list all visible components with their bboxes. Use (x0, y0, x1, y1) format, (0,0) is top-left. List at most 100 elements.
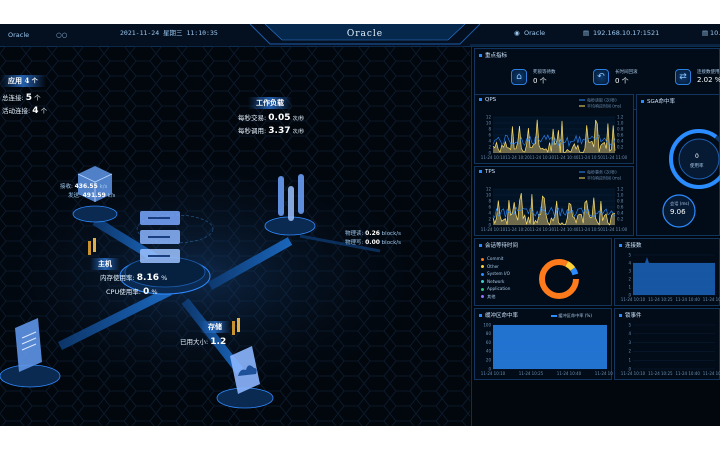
x-tick-label: 11-24 10:40 (557, 371, 582, 376)
x-tick-label: 11-24 11:00 (603, 155, 628, 160)
y-tick-label: 2 (628, 276, 631, 281)
y-tick-label: 12 (486, 186, 492, 191)
server-icon: ▤ (702, 29, 709, 37)
y-tick-label: 10 (486, 120, 492, 125)
tx-per-second: 每秒交易: 0.05 次/秒 (238, 113, 305, 123)
locks-chart[interactable]: 01234511-24 10:10 11-24 10:25 11-24 10:40 1… (615, 309, 720, 381)
kpi-label: 连接数使用率 (697, 70, 720, 75)
y-tick-label: 6 (488, 132, 491, 137)
server-ip[interactable]: 192.168.10.17:1521 (593, 29, 659, 37)
y-tick-label: 60 (486, 340, 492, 345)
kpi-value: 2.02 % (697, 76, 720, 84)
x-tick-label: 11-24 10:40 (675, 371, 700, 376)
active-connections: 活动连接: 4 个 (2, 106, 48, 116)
instance-name[interactable]: Oracle (524, 29, 545, 37)
x-tick-label: 11-24 10:20 (505, 227, 530, 232)
x-tick-label: 11-24 10:55 (595, 371, 613, 376)
physical-read: 物理读: 0.26 block/s (345, 230, 401, 237)
qps-chart[interactable]: 0246810120.20.40.60.81.01.211-24 10:10 11… (475, 95, 635, 165)
x-tick-label: 11-24 10:30 (530, 227, 555, 232)
qps-panel: QPS 0 2 4 6 8 10 12 0.2 0.4 0.6 0.8 1.0 1.2 11-24 10:… (474, 94, 634, 164)
kpi-label: 长时间回滚 (615, 70, 638, 75)
y-tick-label: 4 (488, 138, 491, 143)
cpu-usage: CPU使用率: 0 % (106, 287, 158, 297)
y-tick-label: 6 (488, 204, 491, 209)
legend-label: 每秒事务 (次/秒) (587, 168, 617, 174)
buffer-panel: 缓冲区命中率 缓冲区命中率 (%) 0 20 40 60 80 100 11-24 10:1… (474, 308, 613, 381)
buffer-chart[interactable]: 02040608010011-24 10:10 11-24 10:25 11-24 … (475, 309, 613, 381)
app-title: 应用 4 个 (0, 75, 46, 87)
divider (471, 46, 472, 426)
y2-tick-label: 1.2 (617, 186, 624, 191)
server-ip-2[interactable]: 10.2.1. (710, 29, 720, 37)
top-left-mark: ○○ (56, 31, 68, 39)
x-tick-label: 11-24 10:40 (675, 297, 700, 302)
y-tick-label: 3 (628, 268, 631, 273)
y-tick-label: 12 (486, 114, 492, 119)
sga-center-label: 使用率 (690, 164, 704, 169)
server-icon: ▤ (583, 29, 590, 37)
waits-panel: 会话等待时间 Commit Other System I/O Network Appli… (474, 238, 612, 306)
tps-chart[interactable]: 0246810120.20.40.60.81.01.211-24 10:10 11… (475, 167, 635, 237)
legend-label: 平均响应时间 (ms) (587, 102, 622, 108)
y-tick-label: 20 (486, 358, 492, 363)
net-receive: 接收: 436.55 k/s (60, 183, 108, 190)
locks-panel: 锁事件 0 1 2 3 4 5 11-24 10:10 11-24 10:25 11-24 10… (614, 308, 720, 380)
kpi-value: 0 个 (615, 77, 629, 85)
sga-panel: SGA命中率 0 使用率 会话 (ms) 9.06 (636, 94, 720, 236)
x-tick-label: 11-24 10:20 (505, 155, 530, 160)
legend-label: 平均响应时间 (ms) (587, 174, 622, 180)
y-tick-label: 10 (486, 192, 492, 197)
kpi-value: 0 个 (533, 77, 547, 85)
x-tick-label: 11-24 10:10 (481, 371, 506, 376)
y2-tick-label: 0.2 (617, 144, 624, 149)
connections-chart[interactable]: 01234511-24 10:10 11-24 10:25 11-24 10:40 1… (615, 239, 720, 307)
y2-tick-label: 0.6 (617, 204, 624, 209)
y2-tick-label: 1.2 (617, 114, 624, 119)
y-tick-label: 8 (488, 198, 491, 203)
waits-donut[interactable] (475, 239, 613, 307)
connection-rate-icon: ⇄ (675, 69, 691, 85)
x-tick-label: 11-24 10:40 (554, 155, 579, 160)
y-tick-label: 5 (628, 322, 631, 327)
legend-label: 每秒读取 (次/秒) (587, 96, 617, 102)
y-tick-label: 3 (628, 340, 631, 345)
x-tick-label: 11-24 10:30 (530, 155, 555, 160)
y-tick-label: 8 (488, 126, 491, 131)
y-tick-label: 80 (486, 331, 492, 336)
session-value: 9.06 (670, 208, 686, 216)
page-title: Oracle (346, 29, 384, 39)
y-tick-label: 2 (628, 349, 631, 354)
y-tick-label: 1 (628, 358, 631, 363)
y2-tick-label: 0.6 (617, 132, 624, 137)
tps-panel: TPS 0 2 4 6 8 10 12 0.2 0.4 0.6 0.8 1.0 1.2 11-24 10:… (474, 166, 634, 236)
top-bar: Oracle ○○ 2021-11-24 星期三 11:10:35 Oracle… (0, 24, 720, 47)
kpi-title: 重点指标 (479, 51, 507, 59)
x-tick-label: 11-24 10:55 (703, 297, 720, 302)
lock-icon: ⌂ (511, 69, 527, 85)
x-tick-label: 11-24 10:10 (621, 297, 646, 302)
calls-per-second: 每秒调用: 3.37 次/秒 (238, 126, 305, 136)
x-tick-label: 11-24 10:25 (648, 297, 673, 302)
series-area (493, 325, 607, 369)
y2-tick-label: 0.4 (617, 210, 624, 215)
x-tick-label: 11-24 10:40 (554, 227, 579, 232)
x-tick-label: 11-24 10:25 (519, 371, 544, 376)
connections-panel: 连接数 0 1 2 3 4 5 11-24 10:10 11-24 10:25 11-24 10… (614, 238, 720, 306)
rollback-icon: ↶ (593, 69, 609, 85)
workload-title: 工作负载 (248, 97, 292, 109)
y-tick-label: 4 (488, 210, 491, 215)
y2-tick-label: 0.8 (617, 126, 624, 131)
y2-tick-label: 1.0 (617, 192, 624, 197)
mem-usage: 内存使用率: 8.16 % (100, 273, 168, 283)
x-tick-label: 11-24 10:10 (481, 155, 506, 160)
storage-used: 已用大小: 1.2 (180, 337, 227, 347)
kpi-label: 死锁等待数 (533, 70, 556, 75)
top-left-label: Oracle (8, 31, 30, 39)
y-tick-label: 4 (628, 260, 631, 265)
x-tick-label: 11-24 10:10 (621, 371, 646, 376)
y-tick-label: 40 (486, 349, 492, 354)
y-tick-label: 2 (488, 216, 491, 221)
y-tick-label: 1 (628, 284, 631, 289)
x-tick-label: 11-24 11:00 (603, 227, 628, 232)
